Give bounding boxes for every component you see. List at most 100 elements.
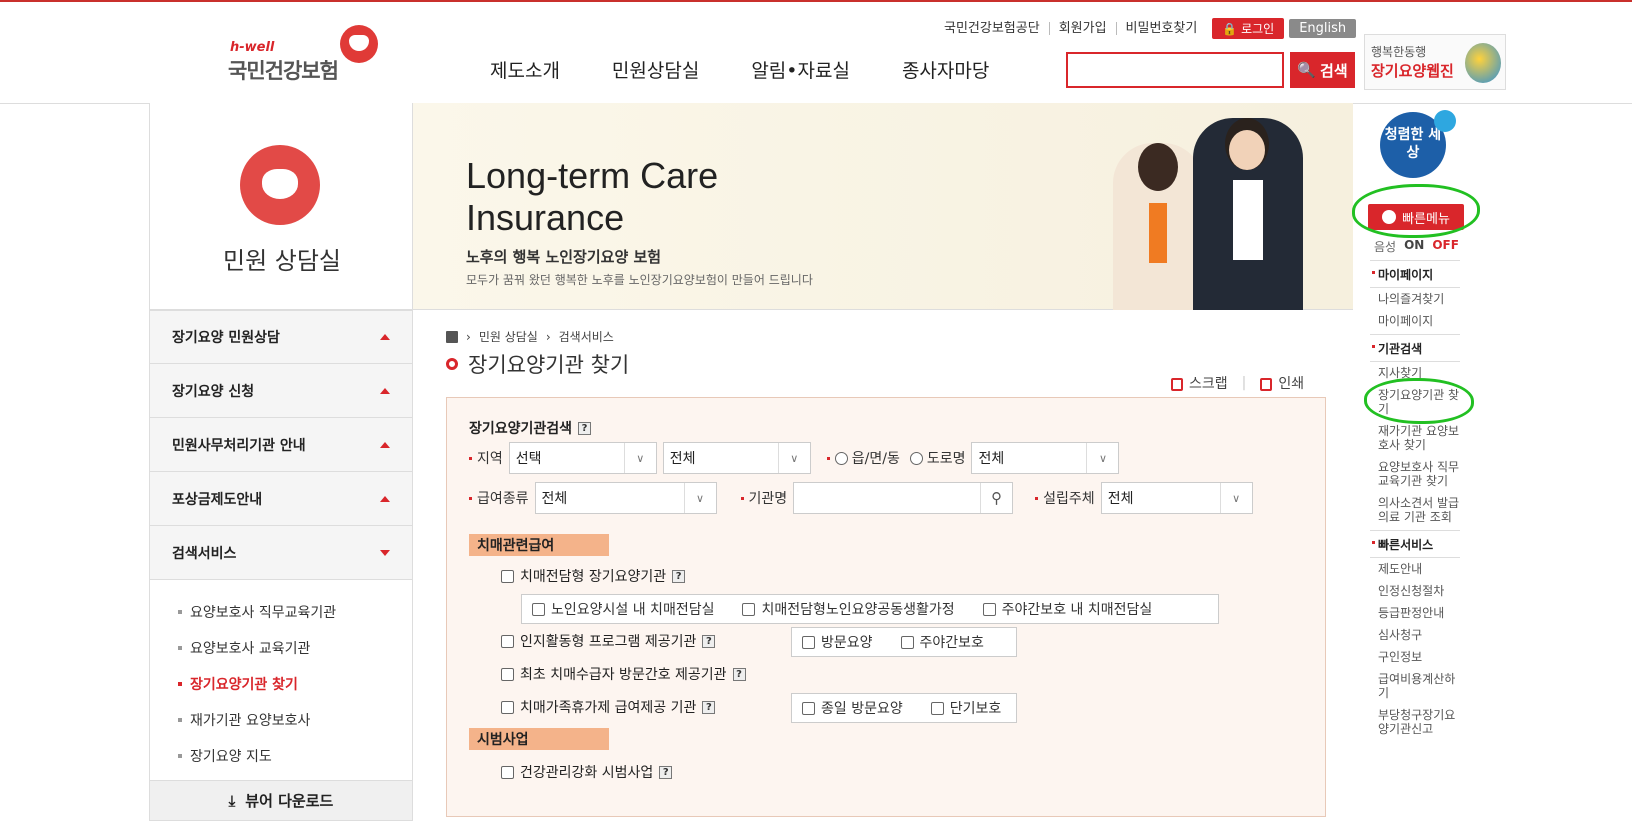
checkbox-short-term[interactable]: 단기보호 (930, 698, 1001, 718)
quick-item[interactable]: 마이페이지 (1370, 310, 1460, 332)
org-name-input[interactable]: ⚲ (793, 482, 1014, 514)
login-button[interactable]: 🔒 로그인 (1212, 18, 1285, 39)
checkbox-health-pilot[interactable]: 건강관리강화 시범사업? (501, 762, 673, 782)
help-icon[interactable]: ? (578, 421, 592, 435)
help-icon[interactable]: ? (732, 667, 746, 681)
gnb-item-worker[interactable]: 종사자마당 (902, 56, 989, 83)
checkbox[interactable] (802, 701, 815, 715)
checkbox[interactable] (900, 635, 914, 649)
sub-item-home-care[interactable]: 재가기관 요양보호사 (150, 702, 412, 738)
download-label: 뷰어 다운로드 (245, 792, 334, 810)
global-nav: 제도소개 민원상담실 알림•자료실 종사자마당 (490, 56, 1041, 83)
checkbox[interactable] (501, 667, 514, 681)
crumb-1[interactable]: 민원 상담실 (479, 328, 538, 345)
quick-item[interactable]: 인정신청절차 (1370, 580, 1460, 602)
quick-item[interactable]: 구인정보 (1370, 646, 1460, 668)
nhis-logo[interactable]: h-well 국민건강보험 (228, 22, 388, 83)
checkbox[interactable] (501, 634, 514, 648)
checkbox-home-visit[interactable]: 방문요양 (802, 632, 873, 652)
search-input[interactable] (1066, 52, 1284, 88)
voice-on-button[interactable]: ON (1404, 238, 1424, 255)
help-icon[interactable]: ? (702, 700, 716, 714)
checkbox[interactable] (982, 602, 996, 616)
home-icon[interactable] (446, 330, 458, 343)
utility-links: 국민건강보험공단 회원가입 비밀번호찾기 🔒 로그인 English (935, 18, 1357, 39)
quick-item[interactable]: 심사청구 (1370, 624, 1460, 646)
divider: | (1241, 375, 1247, 391)
crumb-2[interactable]: 검색서비스 (559, 328, 614, 345)
lnb-title: 민원 상담실 (222, 247, 342, 275)
lnb-item-search[interactable]: 검색서비스 (149, 526, 413, 580)
quick-item[interactable]: 급여비용계산하기 (1370, 668, 1460, 704)
sub-item-find-org[interactable]: 장기요양기관 찾기 (150, 666, 412, 702)
chevron-right-icon: › (466, 329, 471, 344)
help-icon[interactable]: ? (659, 765, 673, 779)
lnb-item-reward[interactable]: 포상금제도안내 (149, 472, 413, 526)
checkbox[interactable] (532, 602, 545, 616)
checkbox-daycare-room[interactable]: 주야간보호 내 치매전담실 (982, 599, 1152, 619)
checkbox[interactable] (930, 701, 944, 715)
checkbox[interactable] (802, 635, 815, 649)
checkbox-all-day-visit[interactable]: 종일 방문요양 (802, 698, 903, 718)
util-link-password[interactable]: 비밀번호찾기 (1115, 22, 1207, 35)
help-icon[interactable]: ? (672, 569, 686, 583)
section-pilot: 시범사업 (469, 728, 609, 750)
quick-item[interactable]: 부당청구장기요양기관신고 (1370, 704, 1460, 740)
sub-item-edu[interactable]: 요양보호사 교육기관 (150, 630, 412, 666)
scrap-button[interactable]: 스크랩 (1171, 373, 1228, 393)
lnb-item-apply[interactable]: 장기요양 신청 (149, 364, 413, 418)
webzine-line1: 행복한동행 (1371, 45, 1427, 59)
scrap-label: 스크랩 (1189, 376, 1228, 392)
checkbox-family-leave[interactable]: 치매가족휴가제 급여제공 기관? (501, 697, 716, 717)
founder-select[interactable]: 전체 ∨ (1100, 482, 1253, 514)
quick-item[interactable]: 요양보호사 직무교육기관 찾기 (1370, 456, 1460, 492)
quick-item[interactable]: 재가기관 요양보호사 찾기 (1370, 420, 1460, 456)
sub-item-map[interactable]: 장기요양 지도 (150, 738, 412, 774)
quick-item[interactable]: 등급판정안내 (1370, 602, 1460, 624)
checkbox[interactable] (501, 765, 514, 779)
gnb-item-notice[interactable]: 알림•자료실 (751, 56, 850, 83)
region-select-detail[interactable]: 전체 ∨ (971, 442, 1120, 474)
checkbox[interactable] (501, 700, 514, 714)
quick-item[interactable]: 제도안내 (1370, 558, 1460, 580)
quick-item[interactable]: 나의즐겨찾기 (1370, 288, 1460, 310)
scrap-icon (1171, 377, 1183, 391)
search-icon[interactable]: ⚲ (980, 483, 1012, 513)
clean-society-logo[interactable]: 청렴한 세상 (1380, 110, 1456, 178)
voice-off-button[interactable]: OFF (1432, 238, 1459, 255)
sub-item-duty-edu[interactable]: 요양보호사 직무교육기관 (150, 594, 412, 630)
region-select-sigungu[interactable]: 전체 ∨ (662, 442, 811, 474)
webzine-banner[interactable]: 행복한동행 장기요양웹진 (1364, 34, 1506, 90)
english-button[interactable]: English (1289, 19, 1357, 38)
checkbox[interactable] (742, 602, 756, 616)
checkbox-cognitive-program[interactable]: 인지활동형 프로그램 제공기관? (501, 631, 716, 651)
chevron-down-icon: ∨ (1219, 483, 1252, 513)
page-tools: 스크랩 | 인쇄 (1171, 373, 1304, 393)
quick-item[interactable]: 의사소견서 발급 의료 기관 조회 (1370, 492, 1460, 528)
region-select-sido[interactable]: 선택 ∨ (508, 442, 657, 474)
print-button[interactable]: 인쇄 (1260, 373, 1304, 393)
checkbox[interactable] (501, 569, 514, 583)
util-link-join[interactable]: 회원가입 (1048, 22, 1116, 35)
quick-heading-fast: 빠른서비스 (1370, 530, 1460, 558)
util-link-nhis[interactable]: 국민건강보험공단 (935, 22, 1049, 35)
gnb-item-intro[interactable]: 제도소개 (490, 56, 560, 83)
lnb-item-consult[interactable]: 장기요양 민원상담 (149, 310, 413, 364)
lnb-item-office[interactable]: 민원사무처리기관 안내 (149, 418, 413, 472)
benefit-select[interactable]: 전체 ∨ (534, 482, 717, 514)
viewer-download-button[interactable]: ⤓ 뷰어 다운로드 (149, 781, 413, 821)
checkbox-nursing-home[interactable]: 노인요양시설 내 치매전담실 (532, 599, 714, 619)
checkbox-daycare[interactable]: 주야간보호 (900, 632, 984, 652)
gnb-item-consult[interactable]: 민원상담실 (612, 56, 699, 83)
checkbox-group-home[interactable]: 치매전담형노인요양공동생활가정 (742, 599, 955, 619)
radio-road[interactable] (909, 451, 923, 465)
arrow-up-icon (380, 387, 390, 394)
lnb-item-label: 검색서비스 (172, 545, 237, 562)
checkbox-dementia-dedicated[interactable]: 치매전담형 장기요양기관? (501, 566, 686, 586)
search-button[interactable]: 🔍 검색 (1290, 52, 1355, 88)
help-icon[interactable]: ? (702, 634, 716, 648)
radio-emd[interactable] (834, 451, 848, 465)
webzine-line2: 장기요양웹진 (1371, 62, 1454, 80)
hero-subtitle: 노후의 행복 노인장기요양 보험 (466, 248, 662, 266)
checkbox-first-visit-nursing[interactable]: 최초 치매수급자 방문간호 제공기관? (501, 664, 746, 684)
